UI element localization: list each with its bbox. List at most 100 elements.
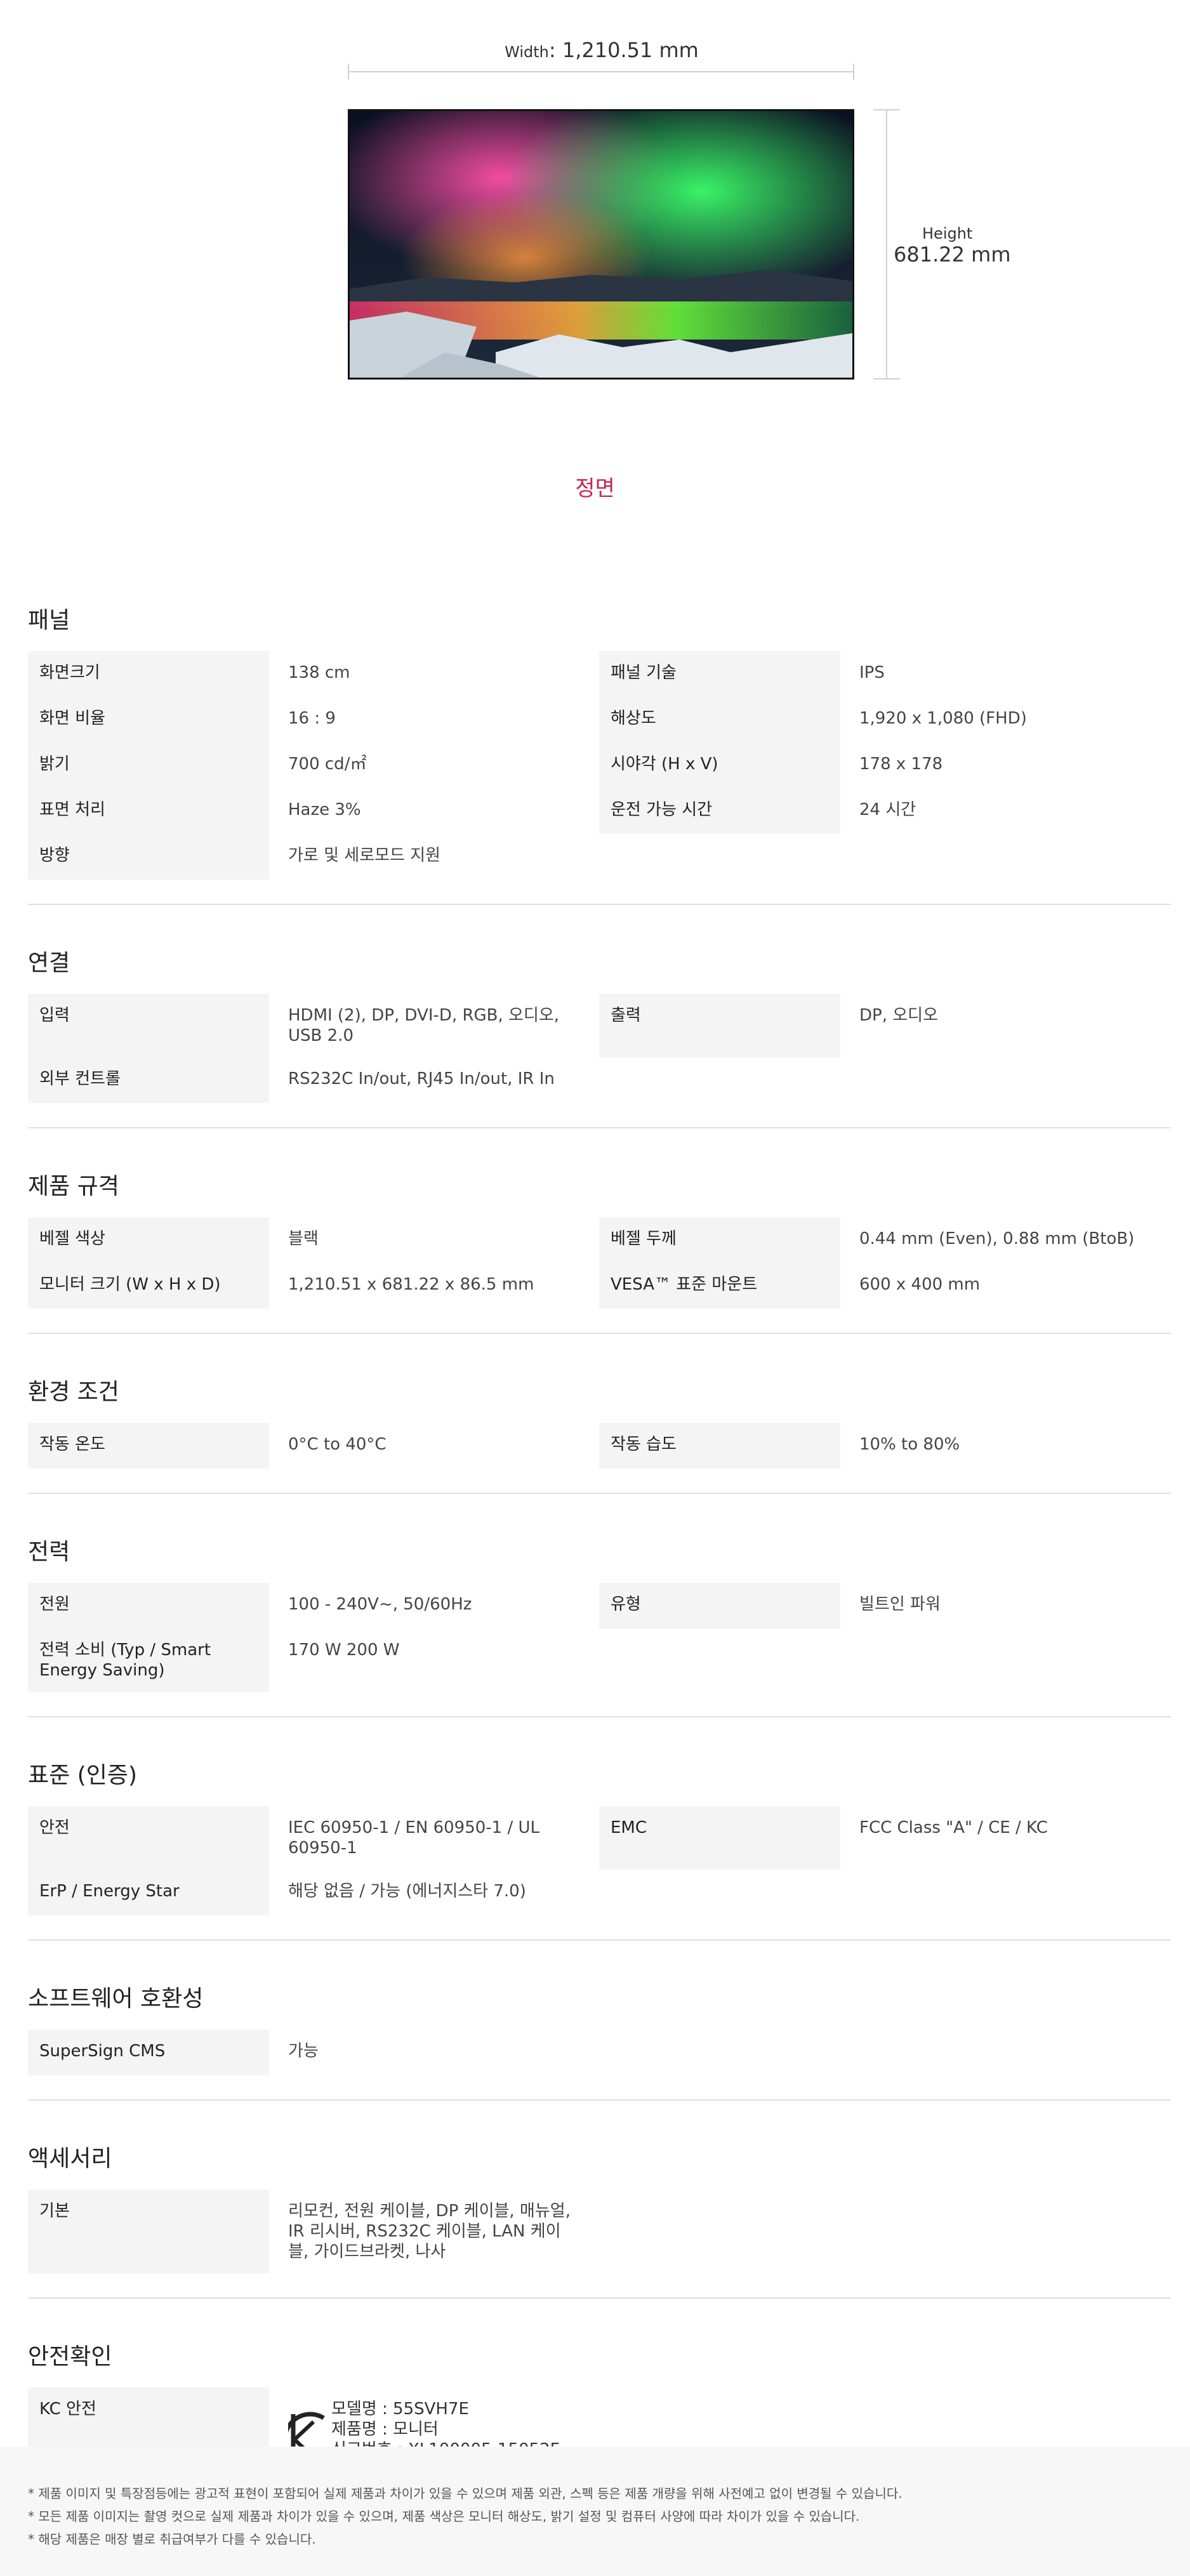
spec-section: 전력 전원 100 - 240V~, 50/60Hz 유형 빌트인 파워 전력 소비 (T…	[28, 1522, 1171, 1717]
section-title: 액세서리	[28, 2146, 112, 2172]
spec-label: 밝기	[28, 743, 269, 788]
spec-value: 빌트인 파워	[859, 1595, 941, 1614]
spec-row: 유형 빌트인 파워	[599, 1583, 1170, 1628]
spec-label: 입력	[28, 994, 269, 1057]
spec-section: 표준 (인증) 안전 IEC 60950-1 / EN 60950-1 / UL 6…	[28, 1745, 1171, 1941]
kc-product: 제품명 : 모니터	[331, 2420, 439, 2439]
product-front-image	[348, 109, 854, 380]
height-dimension-label: Height 681.22 mm	[894, 225, 1010, 267]
spec-label: 화면 비율	[28, 697, 269, 743]
spec-row: 입력 HDMI (2), DP, DVI-D, RGB, 오디오, USB 2.0	[28, 994, 599, 1057]
spec-label: 작동 습도	[599, 1423, 840, 1469]
spec-value: 10% to 80%	[859, 1435, 960, 1454]
spec-label: 모니터 크기 (W x H x D)	[28, 1263, 269, 1309]
spec-label: 외부 컨트롤	[28, 1057, 269, 1103]
spec-rows: 작동 온도 0°C to 40°C 작동 습도 10% to 80%	[28, 1423, 1171, 1469]
spec-label: 작동 온도	[28, 1423, 269, 1469]
section-title: 제품 규격	[28, 1173, 119, 1199]
spec-row: 베젤 색상 블랙	[28, 1217, 599, 1263]
spec-value: FCC Class "A" / CE / KC	[859, 1818, 1048, 1837]
spec-row: 방향 가로 및 세로모드 지원	[28, 834, 599, 880]
spec-section: 환경 조건작동 온도 0°C to 40°C 작동 습도 10% to 80%	[28, 1362, 1171, 1494]
spec-value: 블랙	[288, 1229, 319, 1248]
height-value: 681.22 mm	[894, 242, 1011, 267]
spec-label: 베젤 두께	[599, 1217, 840, 1263]
disclaimer-note: * 해당 제품은 매장 별로 취급여부가 다를 수 있습니다.	[28, 2532, 316, 2547]
spec-value: 1,210.51 x 681.22 x 86.5 mm	[288, 1275, 534, 1294]
spec-value: 600 x 400 mm	[859, 1275, 981, 1294]
spec-value: 24 시간	[859, 800, 916, 819]
width-dimension-line	[348, 63, 854, 80]
spec-value: RS232C In/out, RJ45 In/out, IR In	[288, 1069, 555, 1088]
spec-value: IEC 60950-1 / EN 60950-1 / UL 60950-1	[288, 1818, 540, 1858]
spec-rows: 베젤 색상 블랙 베젤 두께 0.44 mm (Even), 0.88 mm (Bto…	[28, 1217, 1171, 1309]
spec-section: 연결입력 HDMI (2), DP, DVI-D, RGB, 오디오, USB 2…	[28, 933, 1171, 1128]
spec-row: 시야각 (H x V) 178 x 178	[599, 743, 1170, 788]
spec-row: 작동 온도 0°C to 40°C	[28, 1423, 599, 1469]
spec-rows: 전원 100 - 240V~, 50/60Hz 유형 빌트인 파워전력 소비 (Typ…	[28, 1583, 1171, 1692]
spec-value: 178 x 178	[859, 755, 943, 774]
spec-value: 가로 및 세로모드 지원	[288, 846, 441, 865]
spec-row: VESA™ 표준 마운트 600 x 400 mm	[599, 1263, 1170, 1309]
spec-row: ErP / Energy Star 해당 없음 / 가능 (에너지스타 7.0)	[28, 1870, 599, 1915]
spec-value: 0°C to 40°C	[288, 1435, 387, 1454]
section-title: 연결	[28, 950, 70, 976]
section-title: 환경 조건	[28, 1379, 119, 1405]
spec-label: 운전 가능 시간	[599, 788, 840, 834]
spec-value: 170 W 200 W	[288, 1641, 400, 1660]
spec-row: 표면 처리 Haze 3%	[28, 788, 599, 834]
spec-row: 외부 컨트롤 RS232C In/out, RJ45 In/out, IR In	[28, 1057, 599, 1103]
kc-model: 모델명 : 55SVH7E	[331, 2400, 469, 2419]
spec-value: DP, 오디오	[859, 1006, 938, 1025]
spec-row: 패널 기술 IPS	[599, 651, 1170, 697]
spec-row: 전력 소비 (Typ / Smart Energy Saving) 170 W 2…	[28, 1628, 599, 1692]
spec-label: EMC	[599, 1806, 840, 1870]
section-title: 패널	[28, 607, 70, 633]
spec-value: 100 - 240V~, 50/60Hz	[288, 1595, 472, 1614]
spec-label: 유형	[599, 1583, 840, 1628]
spec-value: 16 : 9	[288, 709, 336, 728]
spec-section: 패널화면크기 138 cm 패널 기술 IPS 화면 비율 16 : 9 해상도 1,920 …	[28, 590, 1171, 905]
width-dimension-label: Width: 1,210.51 mm	[348, 38, 856, 62]
spec-row: 화면크기 138 cm	[28, 651, 599, 697]
spec-value: 리모컨, 전원 케이블, DP 케이블, 매뉴얼, IR 리시버, RS232C…	[288, 2202, 571, 2261]
spec-value: 138 cm	[288, 663, 350, 682]
spec-rows: 화면크기 138 cm 패널 기술 IPS 화면 비율 16 : 9 해상도 1,920 x …	[28, 651, 1171, 880]
spec-value: IPS	[859, 663, 885, 682]
spec-row: 출력 DP, 오디오	[599, 994, 1170, 1057]
spec-value: 가능	[288, 2042, 319, 2061]
spec-row: 밝기 700 cd/㎡	[28, 743, 599, 788]
product-dimension-illustration: Width: 1,210.51 mm Height 681.22 mm 정면	[0, 0, 1190, 571]
spec-label: 패널 기술	[599, 651, 840, 697]
spec-rows: 안전 IEC 60950-1 / EN 60950-1 / UL 60950-1 E…	[28, 1806, 1171, 1915]
disclaimer-note: * 제품 이미지 및 특장점등에는 광고적 표현이 포함되어 실제 제품과 차이…	[28, 2486, 902, 2501]
spec-row: 해상도 1,920 x 1,080 (FHD)	[599, 697, 1170, 743]
spec-label: 표면 처리	[28, 788, 269, 834]
spec-label: 출력	[599, 994, 840, 1057]
spec-value: 해당 없음 / 가능 (에너지스타 7.0)	[288, 1882, 526, 1901]
width-value: : 1,210.51 mm	[548, 38, 699, 62]
spec-row: 베젤 두께 0.44 mm (Even), 0.88 mm (BtoB)	[599, 1217, 1170, 1263]
spec-label: SuperSign CMS	[28, 2030, 269, 2075]
spec-value: 700 cd/㎡	[288, 755, 367, 774]
spec-row: 전원 100 - 240V~, 50/60Hz	[28, 1583, 599, 1628]
spec-section: 액세서리기본 리모컨, 전원 케이블, DP 케이블, 매뉴얼, IR 리시버, …	[28, 2129, 1171, 2299]
width-caption: Width	[505, 43, 549, 61]
spec-label: 베젤 색상	[28, 1217, 269, 1263]
spec-row: EMC FCC Class "A" / CE / KC	[599, 1806, 1170, 1870]
spec-section: 제품 규격베젤 색상 블랙 베젤 두께 0.44 mm (Even), 0.88 mm…	[28, 1156, 1171, 1334]
spec-label: 기본	[28, 2190, 269, 2273]
spec-label: 화면크기	[28, 651, 269, 697]
spec-row: 화면 비율 16 : 9	[28, 697, 599, 743]
disclaimer-notes: * 제품 이미지 및 특장점등에는 광고적 표현이 포함되어 실제 제품과 차이…	[0, 2447, 1190, 2576]
spec-label: 전력 소비 (Typ / Smart Energy Saving)	[28, 1628, 269, 1692]
spec-label: 해상도	[599, 697, 840, 743]
spec-value: Haze 3%	[288, 800, 361, 819]
section-title: 안전확인	[28, 2344, 112, 2370]
spec-row: 운전 가능 시간 24 시간	[599, 788, 1170, 834]
disclaimer-note: * 모든 제품 이미지는 촬영 컷으로 실제 제품과 차이가 있을 수 있으며,…	[28, 2509, 860, 2524]
spec-row: 기본 리모컨, 전원 케이블, DP 케이블, 매뉴얼, IR 리시버, RS23…	[28, 2190, 599, 2273]
spec-value: HDMI (2), DP, DVI-D, RGB, 오디오, USB 2.0	[288, 1006, 560, 1045]
spec-rows: 기본 리모컨, 전원 케이블, DP 케이블, 매뉴얼, IR 리시버, RS23…	[28, 2190, 1171, 2273]
spec-label: 시야각 (H x V)	[599, 743, 840, 788]
